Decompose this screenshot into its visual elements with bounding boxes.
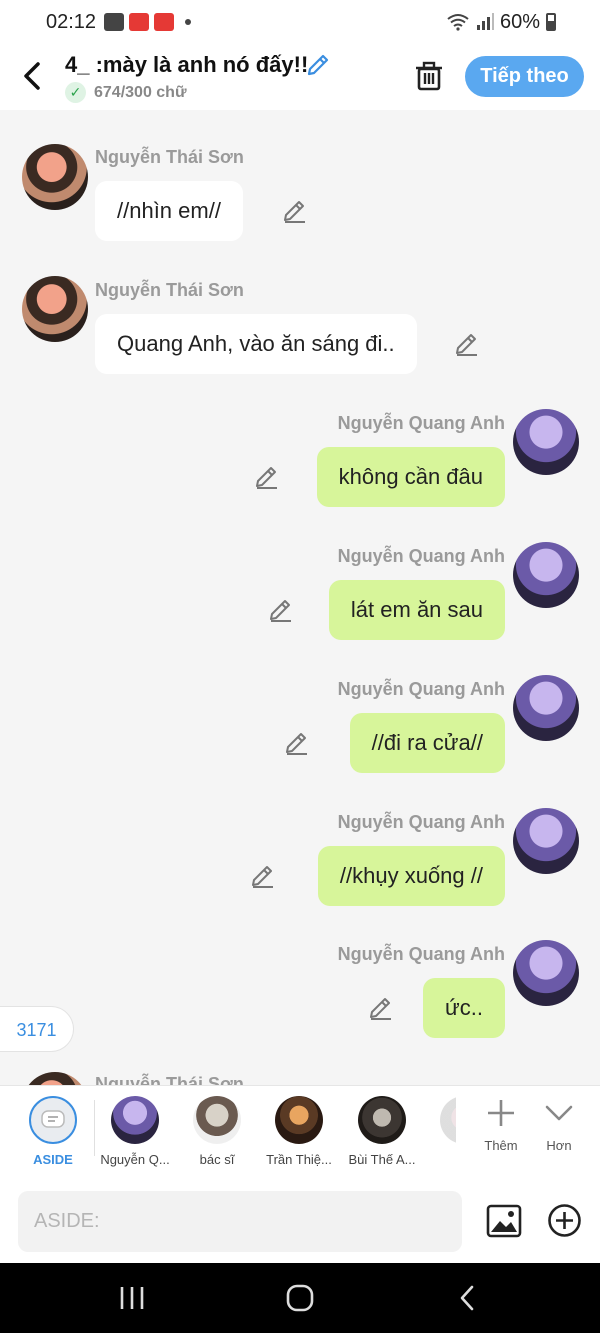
avatar[interactable] [513,808,579,874]
character-bar: ASIDE Nguyễn Q... bác sĩ Trần Thiệ... Bù… [0,1085,600,1180]
message-bubble[interactable]: ức.. [423,978,505,1038]
character-label: Trần Thiệ... [266,1152,332,1167]
avatar [111,1096,159,1144]
avatar [193,1096,241,1144]
recent-apps-icon[interactable] [112,1283,152,1313]
speaker-name: Nguyễn Quang Anh [337,679,505,699]
add-label: Thêm [484,1138,518,1153]
manga-toon-icon [154,13,175,31]
edit-pencil-icon[interactable] [282,198,308,224]
edit-pencil-icon[interactable] [454,331,480,357]
character-label: bác sĩ [199,1152,235,1167]
speaker-name: Nguyễn Thái Sơn [95,280,244,300]
add-character-button[interactable]: Thêm [476,1098,526,1153]
speaker-name: Nguyễn Quang Anh [337,944,505,964]
chevron-down-icon [534,1098,584,1134]
message-bubble[interactable]: //nhìn em// [95,181,243,241]
chapter-title[interactable]: 4_ :mày là anh nó đấy!! [65,52,308,78]
plus-icon [476,1098,526,1134]
back-button[interactable] [18,58,50,94]
back-nav-icon[interactable] [448,1283,488,1313]
avatar [440,1096,456,1144]
chevron-left-icon [24,62,40,90]
input-row [0,1180,600,1263]
character-label: Nguyễn Q... [100,1152,170,1167]
avatar[interactable] [22,1072,88,1085]
avatar [275,1096,323,1144]
divider [94,1100,95,1156]
trash-icon[interactable] [414,60,444,92]
message-bubble[interactable]: //đi ra cửa// [349,713,505,773]
edit-pencil-icon[interactable] [368,995,394,1021]
status-bar: 02:12 60% [0,0,600,44]
avatar[interactable] [513,940,579,1006]
edit-pencil-icon[interactable] [254,464,280,490]
speaker-name: Nguyễn Quang Anh [337,546,505,566]
image-icon[interactable] [486,1204,522,1238]
edit-pencil-icon[interactable] [250,863,276,889]
status-time: 02:12 [46,10,97,33]
character-label: Bùi Thế A... [348,1152,416,1167]
message-bubble[interactable]: lát em ăn sau [328,580,505,640]
wifi-icon [447,14,469,31]
notification-dot-icon [185,19,192,25]
manga-toon-icon [129,13,150,31]
word-count: 674/300 chữ [94,84,187,101]
battery-icon [546,13,556,31]
speaker-name: Nguyễn Thái Sơn [95,1074,244,1085]
chat-area[interactable]: Nguyễn Thái Sơn //nhìn em// Nguyễn Thái … [0,110,600,1085]
edit-pencil-icon[interactable] [268,597,294,623]
avatar[interactable] [513,409,579,475]
speaker-name: Nguyễn Thái Sơn [95,147,244,167]
edit-pencil-icon[interactable] [284,730,310,756]
avatar[interactable] [513,675,579,741]
editor-header: 4_ :mày là anh nó đấy!! ✓ 674/300 chữ Ti… [0,44,600,110]
battery-percent: 60% [499,10,540,33]
gallery-icon [104,13,125,31]
character-tran-thien[interactable]: Trần Thiệ... [260,1096,338,1167]
count-badge[interactable]: 3171 [0,1006,74,1052]
more-button[interactable]: Hơn [534,1098,584,1153]
more-label: Hơn [546,1138,572,1153]
message-bubble[interactable]: Quang Anh, vào ăn sáng đi.. [95,314,417,374]
system-nav-bar [0,1263,600,1333]
aside-input[interactable] [18,1191,462,1252]
next-button[interactable]: Tiếp theo [465,56,584,97]
character-partial[interactable] [400,1096,456,1152]
signal-icon [476,13,494,30]
character-bac-si[interactable]: bác sĩ [178,1096,256,1167]
message-bubble[interactable]: không cần đâu [316,447,505,507]
avatar [358,1096,406,1144]
speaker-name: Nguyễn Quang Anh [337,812,505,832]
edit-title-icon[interactable] [305,52,331,78]
avatar[interactable] [22,276,88,342]
speaker-name: Nguyễn Quang Anh [337,413,505,433]
check-icon: ✓ [65,82,86,103]
avatar[interactable] [513,542,579,608]
add-circle-icon[interactable] [547,1203,582,1238]
character-aside[interactable]: ASIDE [14,1096,92,1167]
character-nguyen-quang-anh[interactable]: Nguyễn Q... [96,1096,174,1167]
message-bubble[interactable]: //khụy xuống // [317,846,505,906]
aside-icon [29,1096,77,1144]
character-label: ASIDE [33,1152,73,1167]
avatar[interactable] [22,144,88,210]
home-icon[interactable] [280,1283,320,1313]
